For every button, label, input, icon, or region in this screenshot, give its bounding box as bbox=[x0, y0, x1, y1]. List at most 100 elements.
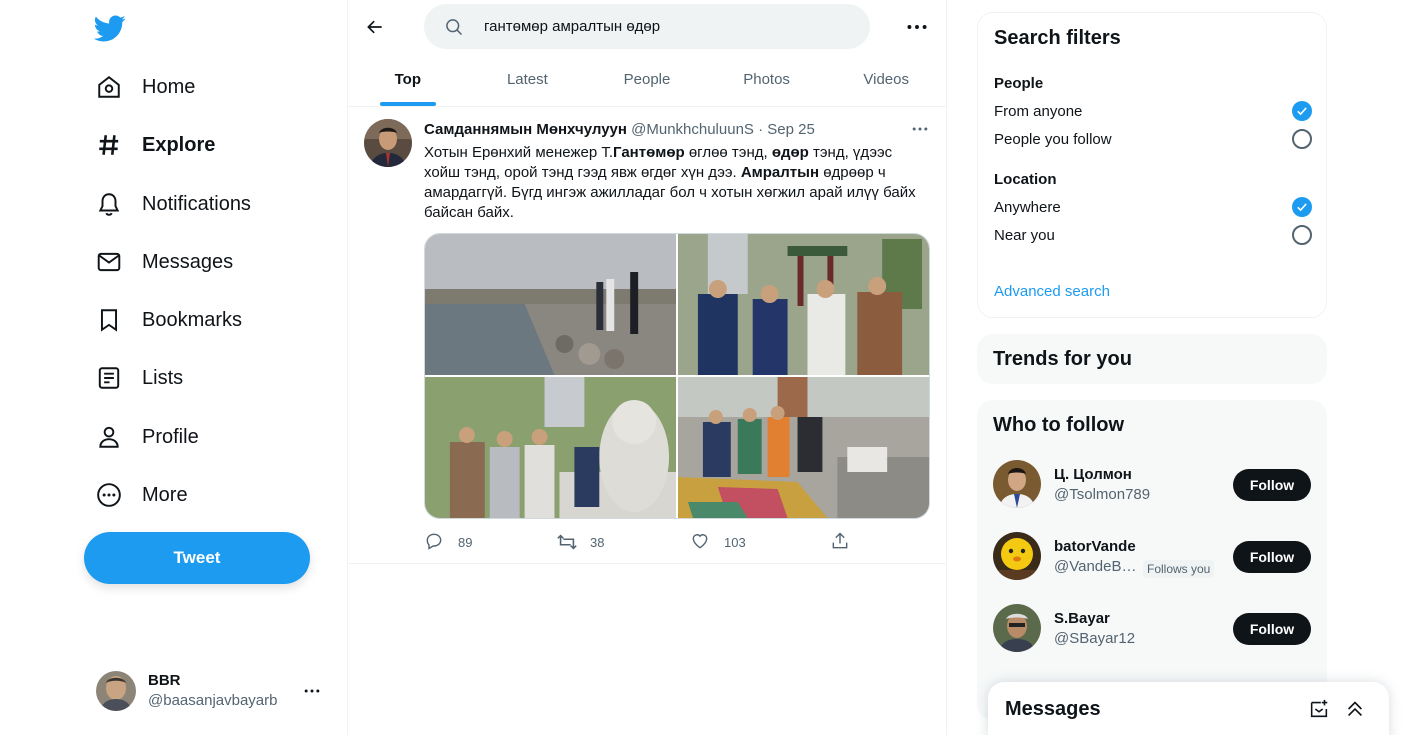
nav-bookmarks[interactable]: Bookmarks bbox=[94, 305, 242, 335]
twitter-logo-icon[interactable] bbox=[93, 12, 126, 44]
nav-more[interactable]: More bbox=[94, 480, 188, 510]
share-icon bbox=[830, 531, 852, 553]
nav-notifications[interactable]: Notifications bbox=[94, 189, 251, 219]
radio-empty-icon[interactable] bbox=[1292, 225, 1312, 245]
search-box[interactable] bbox=[424, 4, 870, 49]
account-switcher[interactable]: BBR @baasanjavbayarb bbox=[96, 671, 336, 711]
nav-label: Notifications bbox=[142, 192, 251, 215]
tweet-author-handle[interactable]: @MunkhchuluunS bbox=[631, 121, 754, 138]
search-filters-card: Search filters People From anyone People… bbox=[977, 12, 1327, 318]
account-handle: @baasanjavbayarb bbox=[148, 692, 278, 709]
search-filters-title: Search filters bbox=[994, 27, 1121, 49]
retweet-count: 38 bbox=[590, 534, 605, 550]
radio-checked-icon[interactable] bbox=[1292, 101, 1312, 121]
reply-count: 89 bbox=[458, 534, 473, 550]
follow-suggestion[interactable]: Ц. Цолмон @Tsolmon789 Follow bbox=[993, 460, 1311, 510]
tweet-button[interactable]: Tweet bbox=[84, 532, 310, 584]
chevron-double-up-icon[interactable] bbox=[1344, 698, 1366, 720]
search-input[interactable] bbox=[484, 18, 864, 35]
follow-button[interactable]: Follow bbox=[1233, 541, 1311, 573]
who-to-follow-card: Who to follow Ц. Цолмон @Tsolmon789 Foll… bbox=[977, 400, 1327, 720]
filter-people-label: People bbox=[994, 75, 1044, 92]
new-message-icon[interactable] bbox=[1308, 698, 1330, 720]
home-icon bbox=[94, 72, 124, 102]
nav-home[interactable]: Home bbox=[94, 72, 195, 102]
more-horizontal-icon[interactable] bbox=[302, 681, 322, 706]
messages-drawer[interactable]: Messages bbox=[988, 682, 1389, 735]
tweet-text: Хотын Ерөнхий менежер Т.Гантөмөр өглөө т… bbox=[424, 144, 916, 221]
tweet[interactable]: Самданнямын Мөнхчулуун @MunkhchuluunS · … bbox=[348, 107, 946, 564]
radio-checked-icon[interactable] bbox=[1292, 197, 1312, 217]
trends-title: Trends for you bbox=[993, 348, 1132, 370]
main-column: Top Latest People Photos Videos Самдання… bbox=[348, 0, 947, 735]
heart-icon bbox=[690, 531, 712, 553]
filter-from-anyone[interactable]: From anyone bbox=[994, 99, 1312, 123]
like-button[interactable]: 103 bbox=[690, 531, 746, 553]
nav-messages[interactable]: Messages bbox=[94, 247, 233, 277]
user-avatar[interactable] bbox=[993, 532, 1041, 580]
tweet-author-avatar[interactable] bbox=[364, 119, 412, 167]
tweet-photo-4[interactable] bbox=[678, 377, 929, 518]
follows-you-badge: Follows you bbox=[1143, 560, 1215, 578]
tweet-photo-2[interactable] bbox=[678, 234, 929, 375]
back-arrow-icon[interactable] bbox=[362, 14, 388, 40]
tweet-photo-3[interactable] bbox=[425, 377, 676, 518]
user-handle: @Tsolmon789 bbox=[1054, 486, 1151, 503]
tweet-photo-1[interactable] bbox=[425, 234, 676, 375]
share-button[interactable] bbox=[830, 531, 864, 553]
messages-drawer-title: Messages bbox=[1005, 698, 1101, 720]
tweet-header: Самданнямын Мөнхчулуун @MunkhchuluunS · … bbox=[424, 121, 815, 138]
user-avatar[interactable] bbox=[993, 604, 1041, 652]
user-handle: @VandeB… bbox=[1054, 558, 1137, 575]
tweet-actions: 89 38 103 bbox=[424, 531, 854, 553]
nav-label: Bookmarks bbox=[142, 308, 243, 331]
like-count: 103 bbox=[724, 534, 746, 550]
follow-suggestion[interactable]: batorVande @VandeB… Follows you Follow bbox=[993, 532, 1311, 582]
follow-button[interactable]: Follow bbox=[1233, 613, 1311, 645]
trends-card: Trends for you bbox=[977, 334, 1327, 384]
tweet-date[interactable]: Sep 25 bbox=[767, 121, 815, 138]
nav-label: Explore bbox=[142, 133, 216, 156]
tab-people[interactable]: People bbox=[587, 53, 707, 106]
nav-label: Profile bbox=[142, 425, 199, 448]
advanced-search-link[interactable]: Advanced search bbox=[994, 283, 1110, 300]
filter-location-label: Location bbox=[994, 171, 1057, 188]
tweet-media-grid bbox=[424, 233, 930, 519]
user-avatar[interactable] bbox=[993, 460, 1041, 508]
account-avatar bbox=[96, 671, 136, 711]
list-icon bbox=[94, 363, 124, 393]
reply-button[interactable]: 89 bbox=[424, 531, 472, 553]
filter-people-you-follow[interactable]: People you follow bbox=[994, 127, 1312, 151]
tab-photos[interactable]: Photos bbox=[707, 53, 827, 106]
tab-videos[interactable]: Videos bbox=[826, 53, 946, 106]
tweet-author-name[interactable]: Самданнямын Мөнхчулуун bbox=[424, 121, 627, 138]
search-tabs: Top Latest People Photos Videos bbox=[348, 53, 946, 107]
retweet-button[interactable]: 38 bbox=[556, 531, 604, 553]
search-icon bbox=[444, 17, 464, 37]
tab-latest[interactable]: Latest bbox=[468, 53, 588, 106]
nav-explore[interactable]: Explore bbox=[94, 130, 215, 160]
bookmark-icon bbox=[94, 305, 124, 335]
more-circle-icon bbox=[94, 480, 124, 510]
separator-dot: · bbox=[758, 121, 764, 138]
user-handle: @SBayar12 bbox=[1054, 630, 1136, 647]
nav-label: More bbox=[142, 483, 188, 506]
radio-empty-icon[interactable] bbox=[1292, 129, 1312, 149]
more-horizontal-icon[interactable] bbox=[904, 14, 930, 45]
nav-lists[interactable]: Lists bbox=[94, 363, 183, 393]
user-name: batorVande bbox=[1054, 538, 1136, 555]
more-horizontal-icon[interactable] bbox=[910, 119, 930, 144]
tab-top[interactable]: Top bbox=[348, 53, 468, 106]
follow-button[interactable]: Follow bbox=[1233, 469, 1311, 501]
user-name: Ц. Цолмон bbox=[1054, 466, 1132, 483]
account-name: BBR bbox=[148, 672, 181, 689]
follow-suggestion[interactable]: S.Bayar @SBayar12 Follow bbox=[993, 604, 1311, 654]
nav-profile[interactable]: Profile bbox=[94, 422, 199, 452]
filter-near-you[interactable]: Near you bbox=[994, 223, 1312, 247]
filter-anywhere[interactable]: Anywhere bbox=[994, 195, 1312, 219]
left-navigation: Home Explore Notifications Messages Book… bbox=[0, 0, 348, 735]
hashtag-icon bbox=[94, 130, 124, 160]
reply-icon bbox=[424, 531, 446, 553]
nav-label: Home bbox=[142, 75, 196, 98]
bell-icon bbox=[94, 189, 124, 219]
